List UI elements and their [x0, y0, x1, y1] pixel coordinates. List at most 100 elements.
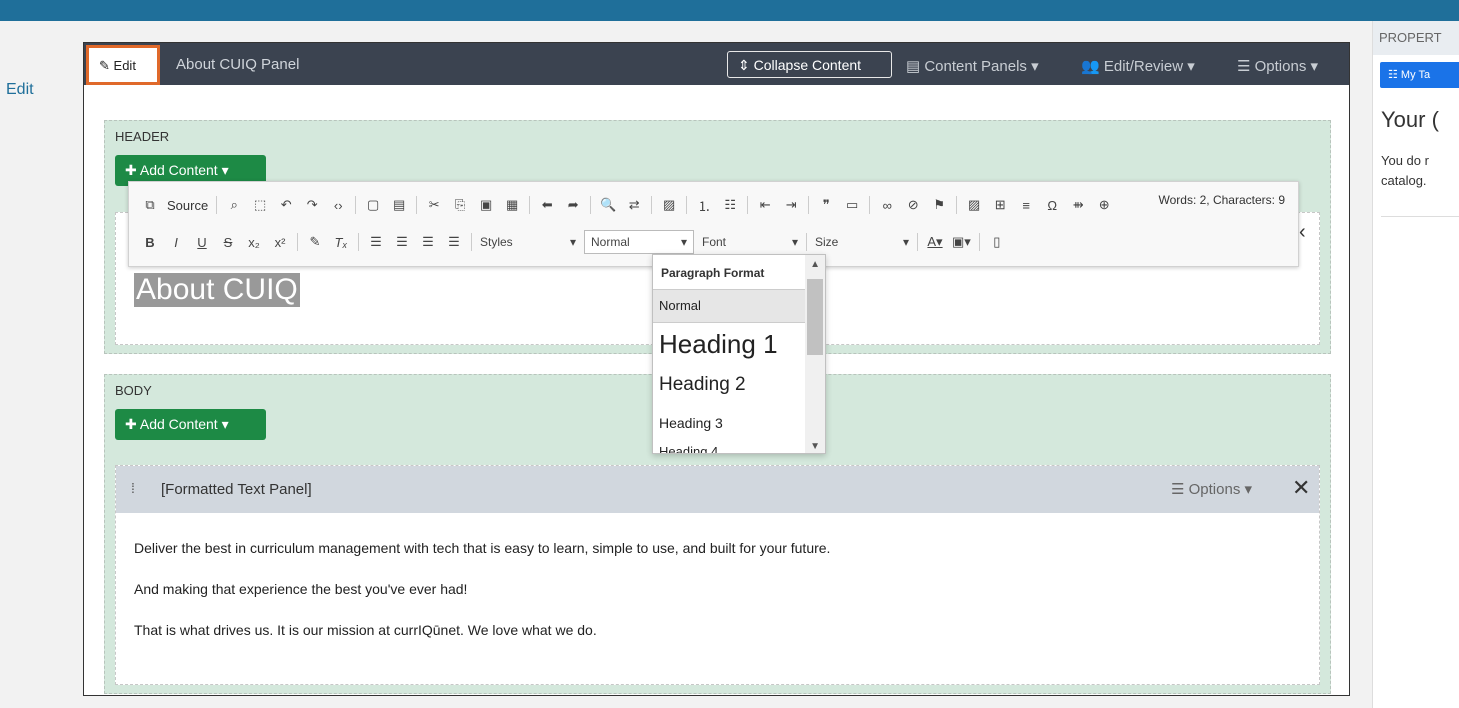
copy-icon[interactable]: ⎘: [451, 197, 469, 213]
content-panels-menu[interactable]: ▤ Content Panels ▾: [906, 57, 1039, 75]
my-tasks-button[interactable]: ☷ My Ta: [1380, 62, 1459, 88]
caret-down-icon: ▾: [569, 235, 576, 249]
drag-handle-icon[interactable]: ⁞: [131, 480, 135, 496]
align-left-icon[interactable]: ☰: [367, 234, 385, 250]
left-edit-link[interactable]: Edit: [6, 81, 34, 99]
back-arrow-icon[interactable]: ⬅: [538, 197, 556, 213]
source-icon[interactable]: ⧉: [141, 197, 159, 213]
edit-review-menu[interactable]: 👥 Edit/Review ▾: [1081, 57, 1195, 75]
cut-icon[interactable]: ✂: [425, 197, 443, 213]
dropdown-scrollbar[interactable]: ▲ ▼: [805, 255, 825, 453]
formatted-panel-options[interactable]: ☰ Options ▾: [1171, 480, 1252, 498]
caret-down-icon: ▾: [1240, 481, 1253, 498]
formatted-panel-header: ⁞ [Formatted Text Panel] ☰ Options ▾ ✕: [116, 466, 1319, 513]
unlink-icon[interactable]: ⊘: [904, 197, 922, 213]
bulleted-list-icon[interactable]: ☷: [721, 197, 739, 213]
code-icon[interactable]: ‹›: [329, 198, 347, 213]
paragraph[interactable]: And making that experience the best you'…: [134, 581, 467, 597]
spellcheck-icon[interactable]: ▨: [660, 197, 678, 213]
size-dropdown[interactable]: Size ▾: [815, 235, 909, 249]
body-add-content-button[interactable]: ✚ Add Content ▾: [115, 409, 266, 440]
caret-down-icon: ▾: [791, 235, 798, 249]
indent-icon[interactable]: ⇥: [782, 197, 800, 213]
underline-icon[interactable]: U: [193, 235, 211, 250]
chevron-left-icon[interactable]: ‹: [1299, 221, 1306, 244]
separator: [808, 196, 810, 214]
align-right-icon[interactable]: ☰: [419, 234, 437, 250]
outdent-icon[interactable]: ⇤: [756, 197, 774, 213]
bold-icon[interactable]: B: [141, 235, 159, 250]
paste-word-icon[interactable]: ▦: [503, 197, 521, 213]
divider: [1381, 216, 1459, 217]
text-color-icon[interactable]: A▾: [926, 234, 944, 250]
formatted-panel-title: [Formatted Text Panel]: [161, 481, 312, 498]
replace-icon[interactable]: ⇄: [625, 197, 643, 213]
undo-icon[interactable]: ↶: [277, 197, 295, 213]
globe-icon[interactable]: ⊕: [1095, 197, 1113, 213]
formatted-text-panel: ⁞ [Formatted Text Panel] ☰ Options ▾ ✕ D…: [115, 465, 1320, 685]
image-icon[interactable]: ▨: [965, 197, 983, 213]
caret-down-icon: ▾: [1183, 58, 1195, 75]
horizontal-line-icon[interactable]: ≡: [1017, 198, 1035, 213]
select-all-icon[interactable]: ⬚: [251, 197, 269, 213]
copy-format-icon[interactable]: ✎: [306, 234, 324, 250]
find-icon[interactable]: ⌕: [225, 197, 243, 213]
panels-icon: ▤: [906, 58, 925, 75]
remove-format-icon[interactable]: Tₓ: [332, 235, 350, 250]
blockquote-icon[interactable]: ❞: [817, 197, 835, 213]
separator: [806, 233, 807, 251]
paragraph[interactable]: Deliver the best in curriculum managemen…: [134, 540, 830, 556]
left-column: Edit: [0, 21, 70, 708]
page-break-icon[interactable]: ⇻: [1069, 197, 1087, 213]
caret-down-icon: ▾: [217, 416, 229, 432]
separator: [747, 196, 749, 214]
paragraph-format-dropdown: Paragraph Format Normal Heading 1 Headin…: [652, 254, 826, 454]
format-option-heading-3[interactable]: Heading 3: [653, 415, 805, 431]
caret-down-icon: ▾: [680, 235, 687, 249]
close-icon[interactable]: ✕: [1292, 475, 1310, 501]
superscript-icon[interactable]: x²: [271, 235, 289, 250]
justify-icon[interactable]: ☰: [445, 234, 463, 250]
search-icon[interactable]: 🔍: [599, 197, 617, 213]
new-page-icon[interactable]: ▢: [364, 197, 382, 213]
forward-arrow-icon[interactable]: ➦: [564, 197, 582, 213]
align-center-icon[interactable]: ☰: [393, 234, 411, 250]
chevron-down-icon[interactable]: ▼: [810, 441, 820, 452]
link-icon[interactable]: ∞: [878, 198, 896, 213]
options-menu[interactable]: ☰ Options ▾: [1237, 57, 1318, 75]
format-dropdown[interactable]: Normal ▾: [584, 230, 694, 254]
panel-title: About CUIQ Panel: [176, 56, 300, 73]
font-dropdown[interactable]: Font ▾: [702, 235, 798, 249]
format-option-heading-1[interactable]: Heading 1: [653, 329, 805, 360]
body-label: BODY: [115, 383, 152, 398]
paste-icon[interactable]: ▣: [477, 197, 495, 213]
collapse-content-button[interactable]: ⇕ Collapse Content: [727, 51, 892, 78]
format-option-heading-4[interactable]: Heading 4: [653, 444, 805, 453]
edit-button[interactable]: ✎ Edit: [86, 45, 160, 85]
background-color-icon[interactable]: ▣▾: [952, 234, 971, 250]
omega-icon[interactable]: Ω: [1043, 198, 1061, 213]
scrollbar-thumb[interactable]: [807, 279, 823, 355]
anchor-flag-icon[interactable]: ⚑: [930, 197, 948, 213]
table-icon[interactable]: ⊞: [991, 197, 1009, 213]
properties-panel: PROPERT ☷ My Ta Your ( You do r catalog.: [1372, 21, 1459, 708]
numbered-list-icon[interactable]: ⒈: [695, 196, 713, 215]
div-icon[interactable]: ▭: [843, 197, 861, 213]
paragraph[interactable]: That is what drives us. It is our missio…: [134, 622, 597, 638]
separator: [529, 196, 531, 214]
italic-icon[interactable]: I: [167, 235, 185, 250]
format-option-heading-2[interactable]: Heading 2: [653, 374, 805, 396]
strikethrough-icon[interactable]: S: [219, 235, 237, 250]
chevron-up-icon[interactable]: ▲: [810, 259, 820, 270]
subscript-icon[interactable]: x₂: [245, 235, 263, 250]
collapse-icon: ⇕: [738, 57, 754, 73]
word-count: Words: 2, Characters: 9: [1158, 193, 1286, 207]
heading-text[interactable]: About CUIQ: [134, 273, 300, 307]
show-blocks-icon[interactable]: ▯: [988, 234, 1006, 250]
styles-dropdown[interactable]: Styles ▾: [480, 235, 576, 249]
redo-icon[interactable]: ↷: [303, 197, 321, 213]
sliders-icon: ☰: [1171, 481, 1189, 498]
templates-icon[interactable]: ▤: [390, 197, 408, 213]
format-option-normal[interactable]: Normal: [653, 289, 805, 323]
source-button[interactable]: Source: [167, 198, 208, 213]
